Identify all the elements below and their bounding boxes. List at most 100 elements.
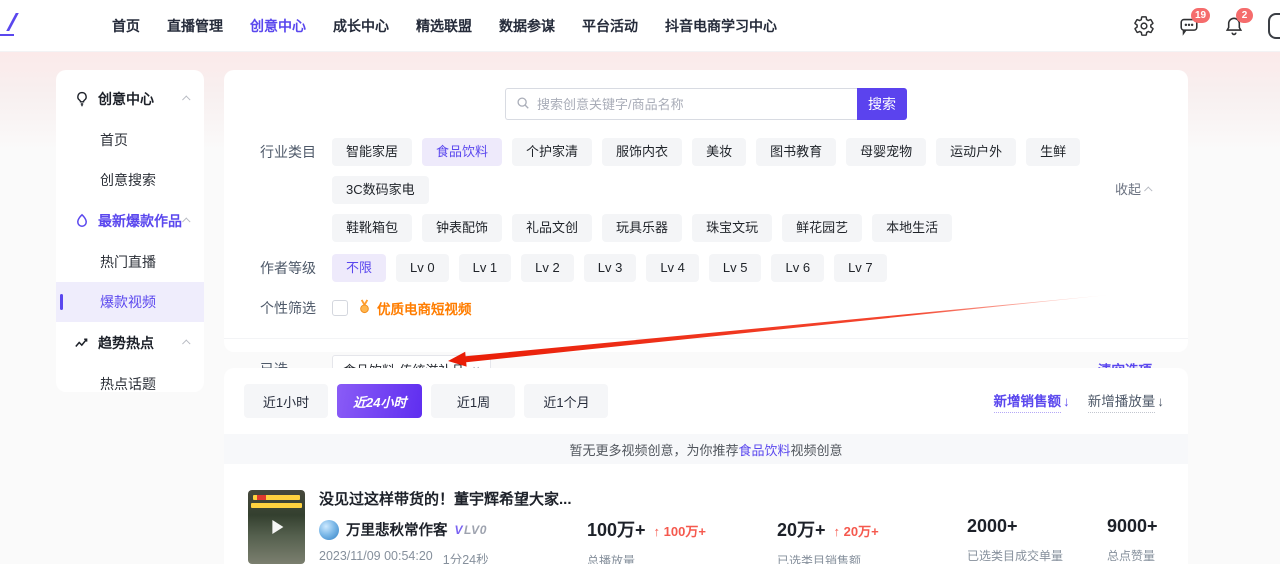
time-tab[interactable]: 近24小时: [337, 384, 423, 418]
nav-item[interactable]: 创意中心: [250, 16, 306, 36]
gear-icon: [1133, 15, 1155, 37]
industry-chip[interactable]: 玩具乐器: [602, 214, 683, 242]
video-author[interactable]: 万里悲秋常作客 VLV0: [319, 519, 587, 540]
time-tab[interactable]: 近1个月: [524, 384, 609, 418]
messages-badge: 19: [1191, 8, 1211, 23]
industry-chip[interactable]: 鲜花园艺: [782, 214, 863, 242]
search-box: 搜索: [505, 88, 907, 120]
quality-video-option[interactable]: 优质电商短视频: [357, 298, 472, 318]
notifications-badge: 2: [1236, 8, 1253, 23]
logo-fragment[interactable]: [0, 13, 19, 37]
search-button[interactable]: 搜索: [857, 88, 907, 120]
lightbulb-icon: [74, 91, 90, 107]
sidebar-item-hit-videos[interactable]: 爆款视频: [56, 282, 204, 322]
level-chip[interactable]: Lv 2: [521, 254, 574, 282]
level-chip[interactable]: Lv 0: [396, 254, 449, 282]
industry-chip[interactable]: 图书教育: [756, 138, 837, 166]
author-name: 万里悲秋常作客: [346, 523, 448, 539]
industry-chip[interactable]: 鞋靴箱包: [332, 214, 413, 242]
sidebar-section-latest-hits[interactable]: 最新爆款作品: [56, 200, 204, 242]
nav-item[interactable]: 直播管理: [167, 16, 223, 36]
industry-chip[interactable]: 智能家居: [332, 138, 413, 166]
video-datetime: 2023/11/09 00:54:20: [319, 549, 433, 563]
settings-button[interactable]: [1133, 15, 1155, 37]
industry-chip[interactable]: 生鲜: [1026, 138, 1081, 166]
nav-item[interactable]: 数据参谋: [499, 16, 555, 36]
messages-button[interactable]: 19: [1178, 8, 1211, 37]
sidebar-item-hot-lives[interactable]: 热门直播: [56, 242, 204, 282]
sort-link[interactable]: 新增销售额 ↓: [993, 390, 1070, 413]
industry-chip[interactable]: 食品饮料: [422, 138, 503, 166]
industry-filter-label: 行业类目: [260, 144, 316, 160]
personal-filter-label: 个性筛选: [260, 300, 316, 316]
level-chip[interactable]: Lv 3: [583, 254, 637, 282]
level-chip[interactable]: Lv 6: [771, 254, 825, 282]
video-stats: 100万+ ↑ 100万+ 总播放量 20万+ ↑ 20万+ 已选类目销售额 2…: [587, 490, 1166, 564]
header-actions: 19 2: [1133, 0, 1280, 52]
video-meta: 2023/11/09 00:54:20 1分24秒: [319, 549, 587, 564]
sidebar: 创意中心 首页 创意搜索 最新爆款作品 热门直播 爆款视频 趋势热点 热点话题: [56, 70, 204, 392]
sort-link[interactable]: 新增播放量 ↓: [1087, 390, 1164, 413]
level-chip[interactable]: 不限: [332, 254, 387, 282]
industry-chip[interactable]: 母婴宠物: [846, 138, 927, 166]
notice-category-highlight: 食品饮料: [738, 442, 791, 458]
time-tab[interactable]: 近1周: [431, 384, 516, 418]
arrow-down-icon: ↓: [1157, 393, 1164, 409]
nav-item[interactable]: 成长中心: [333, 16, 389, 36]
trend-line-icon: [74, 335, 90, 351]
sidebar-section-creative-center[interactable]: 创意中心: [56, 78, 204, 120]
nav-item[interactable]: 首页: [112, 16, 140, 36]
video-title[interactable]: 没见过这样带货的！董宇辉希望大家...: [319, 490, 587, 510]
fire-drop-icon: [74, 213, 90, 229]
author-level-chips: 不限 Lv 0 Lv 1 Lv 2 Lv 3 Lv 4 Lv 5 Lv 6 Lv 7: [332, 254, 1152, 282]
sort-links: 新增销售额 ↓ 新增播放量 ↓: [993, 390, 1164, 413]
results-panel: 近1小时 近24小时 近1周 近1个月 新增销售额 ↓ 新增播放量 ↓ 暂无更多视频创…: [224, 368, 1188, 564]
industry-chip[interactable]: 本地生活: [872, 214, 953, 242]
stat-block: 9000+ 总点赞量: [1107, 516, 1158, 563]
industry-chip[interactable]: 个护家清: [512, 138, 593, 166]
arrow-down-icon: ↓: [1063, 393, 1070, 409]
industry-chip[interactable]: 运动户外: [936, 138, 1017, 166]
author-level-badge: VLV0: [454, 522, 487, 537]
play-icon: [271, 520, 283, 534]
nav-item[interactable]: 抖音电商学习中心: [665, 16, 777, 36]
industry-chip[interactable]: 3C数码家电: [332, 176, 429, 204]
search-input[interactable]: [537, 96, 847, 112]
sidebar-item-hot-topics[interactable]: 热点话题: [56, 364, 204, 404]
filter-panel: 搜索 行业类目 智能家居食品饮料个护家清服饰内衣美妆图书教育母婴宠物运动户外生鲜…: [224, 70, 1188, 383]
stat-block: 2000+ 已选类目成交单量: [967, 516, 1064, 563]
time-range-tabs: 近1小时 近24小时 近1周 近1个月: [244, 384, 609, 418]
industry-chip[interactable]: 礼品文创: [512, 214, 593, 242]
stat-block: 100万+ ↑ 100万+ 总播放量: [587, 520, 706, 564]
avatar-partial[interactable]: [1268, 13, 1280, 39]
industry-chip[interactable]: 钟表配饰: [422, 214, 503, 242]
sidebar-item-home[interactable]: 首页: [56, 120, 204, 160]
nav-item[interactable]: 精选联盟: [416, 16, 472, 36]
top-nav-bar: 首页 直播管理 创意中心 成长中心 精选联盟 数据参谋 平台活动 抖音电商学习中心: [0, 0, 1280, 52]
industry-chips-row1: 智能家居 食品饮料 个护家清 服饰内衣 美妆 图书教育 母婴宠物 运动户外 生鲜 3C数码家电: [332, 138, 1111, 204]
video-list-item: 没见过这样带货的！董宇辉希望大家... 万里悲秋常作客 VLV0 2023/11…: [224, 464, 1188, 564]
nav-item[interactable]: 平台活动: [582, 16, 638, 36]
sidebar-section-trend-hotspots[interactable]: 趋势热点: [56, 322, 204, 364]
search-icon: [516, 96, 530, 113]
industry-chip[interactable]: 美妆: [692, 138, 747, 166]
author-level-label: 作者等级: [260, 260, 316, 276]
industry-chips-row2: 鞋靴箱包 钟表配饰 礼品文创 玩具乐器 珠宝文玩 鲜花园艺 本地生活: [332, 214, 1111, 242]
time-tab[interactable]: 近1小时: [244, 384, 328, 418]
level-chip[interactable]: Lv 1: [458, 254, 512, 282]
author-avatar: [319, 519, 339, 540]
primary-nav: 首页 直播管理 创意中心 成长中心 精选联盟 数据参谋 平台活动 抖音电商学习中心: [112, 16, 777, 36]
notifications-button[interactable]: 2: [1223, 8, 1253, 37]
video-thumbnail[interactable]: [248, 490, 305, 564]
collapse-toggle[interactable]: 收起: [1115, 138, 1153, 242]
sidebar-item-creative-search[interactable]: 创意搜索: [56, 160, 204, 200]
stat-block: 20万+ ↑ 20万+ 已选类目销售额: [777, 520, 879, 564]
video-duration: 1分24秒: [442, 553, 489, 564]
medal-icon: [357, 299, 372, 317]
industry-chip[interactable]: 服饰内衣: [602, 138, 683, 166]
level-chip[interactable]: Lv 4: [646, 254, 699, 282]
industry-chip[interactable]: 珠宝文玩: [692, 214, 773, 242]
level-chip[interactable]: Lv 5: [708, 254, 762, 282]
quality-checkbox[interactable]: [332, 300, 348, 316]
level-chip[interactable]: Lv 7: [834, 254, 887, 282]
